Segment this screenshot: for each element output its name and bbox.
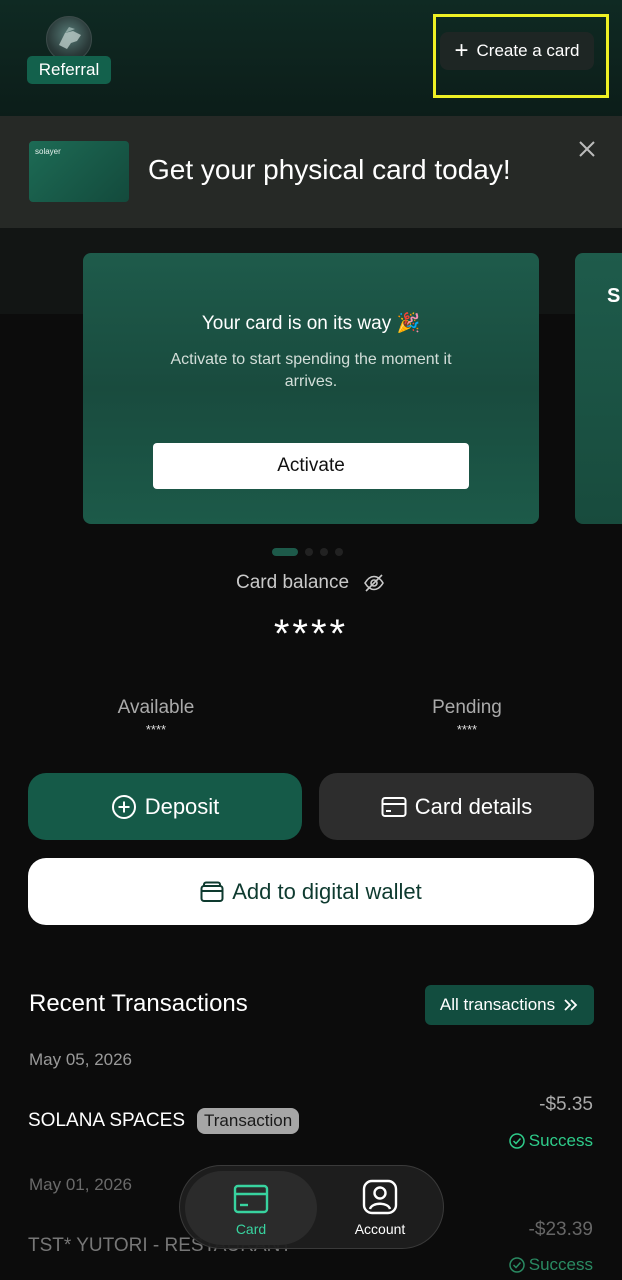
card-balance-label: Card balance <box>236 572 350 593</box>
next-card-preview[interactable]: S <box>575 253 622 524</box>
close-icon[interactable] <box>576 138 598 160</box>
user-icon <box>362 1179 398 1215</box>
wallet-icon <box>200 881 224 902</box>
transaction-tag: Transaction <box>197 1108 300 1134</box>
physical-card-banner[interactable]: solayer Get your physical card today! <box>0 116 622 228</box>
pending-value: **** <box>456 722 478 737</box>
card-details-label: Card details <box>414 793 533 819</box>
transaction-status-label: Success <box>528 1255 593 1274</box>
card-details-button[interactable]: Card details <box>319 773 594 840</box>
pagination-dot-active[interactable] <box>272 548 298 556</box>
referral-button[interactable]: Referral <box>27 16 111 86</box>
recent-transactions-title: Recent Transactions <box>29 990 248 1017</box>
pending-label: Pending <box>432 697 502 718</box>
all-transactions-label: All transactions <box>439 995 556 1014</box>
nav-tab-card[interactable]: Card <box>185 1171 317 1245</box>
nav-account-label: Account <box>354 1221 406 1237</box>
bottom-navigation: Card Account <box>179 1165 444 1249</box>
deposit-label: Deposit <box>144 793 220 819</box>
pagination-dot[interactable] <box>320 548 328 556</box>
eye-off-icon[interactable] <box>363 572 385 594</box>
top-header: Referral + Create a card <box>0 0 622 116</box>
all-transactions-button[interactable]: All transactions <box>425 985 594 1025</box>
banner-card-brand: solayer <box>35 147 61 156</box>
transaction-status: Success <box>480 1255 593 1275</box>
nav-tab-account[interactable]: Account <box>320 1171 440 1245</box>
activate-button[interactable]: Activate <box>153 443 469 489</box>
card-carousel-item[interactable]: Your card is on its way 🎉 Activate to st… <box>83 253 539 524</box>
banner-title: Get your physical card today! <box>148 154 511 185</box>
available-value: **** <box>145 722 167 737</box>
carousel-pagination <box>272 548 343 556</box>
transaction-date: May 05, 2026 <box>29 1050 133 1069</box>
transaction-status: Success <box>480 1131 593 1151</box>
card-icon <box>381 796 407 817</box>
plus-circle-icon <box>111 794 136 819</box>
deposit-button[interactable]: Deposit <box>28 773 302 840</box>
card-icon <box>233 1184 269 1214</box>
check-circle-icon <box>509 1133 525 1149</box>
transaction-date: May 01, 2026 <box>29 1175 133 1194</box>
transaction-merchant[interactable]: SOLANA SPACES <box>28 1110 185 1132</box>
pagination-dot[interactable] <box>305 548 313 556</box>
plus-icon: + <box>454 37 469 64</box>
transaction-amount: -$5.35 <box>539 1094 593 1115</box>
card-status-subtitle: Activate to start spending the moment it… <box>170 351 452 390</box>
add-to-wallet-label: Add to digital wallet <box>232 878 422 904</box>
banner-card-image: solayer <box>29 141 129 202</box>
create-card-label: Create a card <box>476 41 580 60</box>
card-balance-value: **** <box>273 612 349 656</box>
create-card-button[interactable]: + Create a card <box>440 32 594 70</box>
add-to-wallet-button[interactable]: Add to digital wallet <box>28 858 594 925</box>
chevrons-right-icon <box>564 999 578 1011</box>
available-label: Available <box>117 697 195 718</box>
next-card-logo: S <box>607 285 621 307</box>
transaction-status-label: Success <box>528 1131 593 1150</box>
nav-card-label: Card <box>235 1221 267 1237</box>
referral-label: Referral <box>27 56 111 84</box>
pagination-dot[interactable] <box>335 548 343 556</box>
check-circle-icon <box>509 1257 525 1273</box>
card-status-title: Your card is on its way 🎉 <box>201 313 421 334</box>
transaction-amount: -$23.39 <box>528 1219 593 1240</box>
